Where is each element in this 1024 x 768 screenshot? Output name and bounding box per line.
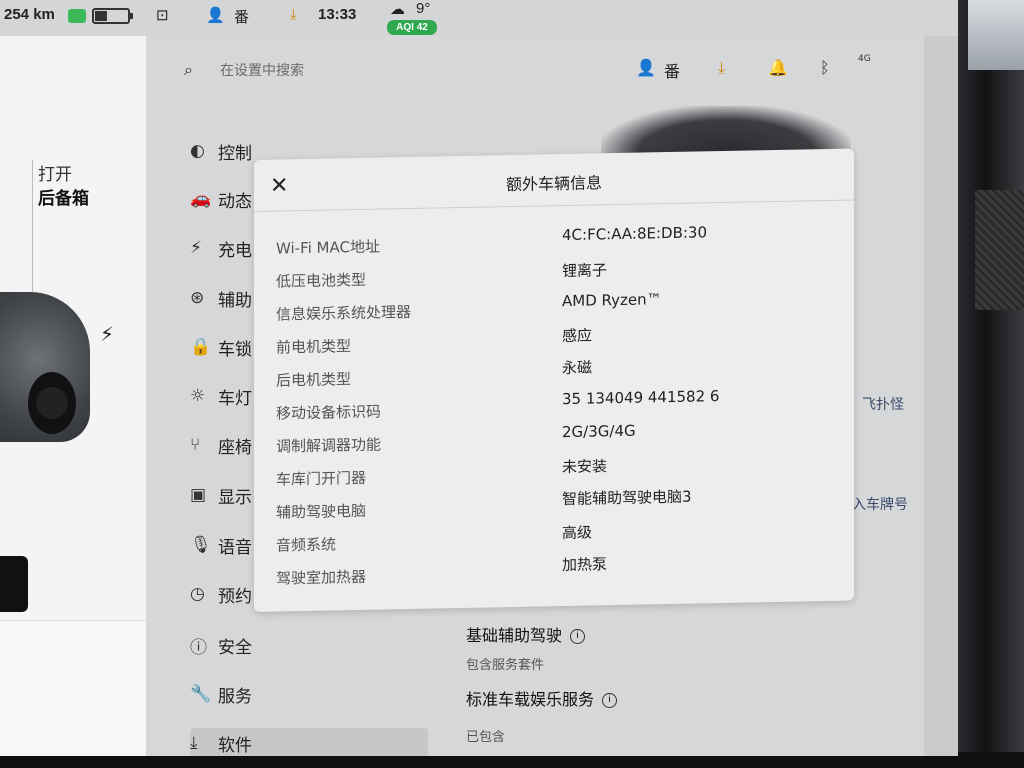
- rear-motor-value: 永磁: [562, 358, 593, 378]
- mic-icon: 🎙: [190, 535, 212, 555]
- car-wheel: [28, 372, 76, 434]
- profile-icon[interactable]: 👤: [636, 58, 656, 77]
- sidebar-item-label: 座椅: [218, 437, 252, 458]
- lv-battery-value: 锂离子: [562, 261, 608, 281]
- sidebar-item-label: 车锁: [218, 339, 252, 360]
- bluetooth-icon[interactable]: ᛒ: [820, 58, 830, 77]
- info-icon[interactable]: i: [602, 693, 618, 708]
- standard-connectivity-title[interactable]: 标准车载娱乐服务 i: [466, 686, 618, 710]
- download-icon: ⤓: [190, 733, 198, 753]
- display-icon: ▣: [190, 485, 207, 505]
- clock-time: 13:33: [318, 6, 357, 23]
- download-icon[interactable]: ⤓: [718, 58, 725, 78]
- car-icon: 🚗: [190, 189, 212, 209]
- profile-name[interactable]: 番: [664, 58, 680, 82]
- content-item-title: 标准车载娱乐服务: [466, 690, 595, 709]
- dialog-header: ✕ 额外车辆信息: [254, 148, 854, 212]
- cabin-heater-value: 加热泵: [562, 555, 608, 575]
- sidebar-item-label: 显示: [218, 487, 252, 508]
- extra-vehicle-info-dialog: ✕ 额外车辆信息 Wi-Fi MAC地址 4C:FC:AA:8E:DB:30 低…: [254, 148, 854, 612]
- sidebar-item-label: 语音: [218, 537, 252, 558]
- bolt-icon: ⚡: [190, 238, 202, 258]
- garage-opener-value: 未安装: [562, 457, 608, 477]
- car-control-button[interactable]: [0, 556, 28, 612]
- sidebar-item-safety[interactable]: ⓘ 安全: [190, 630, 430, 660]
- sidebar-item-label: 预约: [218, 586, 252, 607]
- battery-icon: [92, 8, 133, 24]
- audio-system-label: 音频系统: [276, 535, 337, 555]
- aqi-badge: AQI 42: [387, 20, 437, 35]
- mobile-device-id-label: 移动设备标识码: [276, 402, 382, 423]
- autopilot-robot-icon: [68, 9, 86, 23]
- mobile-device-id-value: 35 134049 441582 6: [562, 387, 720, 409]
- charge-port-icon[interactable]: ⚡: [100, 322, 114, 346]
- clock-icon: ◷: [190, 584, 205, 604]
- lv-battery-label: 低压电池类型: [276, 270, 367, 291]
- sidebar-item-label: 充电: [218, 240, 252, 261]
- sidebar-item-label: 控制: [218, 143, 252, 164]
- seat-icon: ⑂: [190, 435, 201, 455]
- sidebar-item-label: 动态: [218, 191, 252, 212]
- sidebar-item-software[interactable]: ⤓ 软件: [190, 728, 428, 756]
- bell-icon[interactable]: 🔔: [768, 58, 788, 77]
- trunk-indicator-line: [32, 160, 33, 300]
- display-bezel: [958, 0, 1024, 768]
- weather-snow-icon: ☁: [390, 1, 405, 18]
- cell-signal-icon: 4G: [858, 54, 871, 64]
- standard-connectivity-subtitle: 已包含: [466, 730, 506, 745]
- wifi-mac-label: Wi-Fi MAC地址: [276, 237, 380, 258]
- trunk-label[interactable]: 后备箱: [38, 184, 89, 209]
- basic-autopilot-subtitle: 包含服务套件: [466, 658, 545, 673]
- cabin-heater-label: 驾驶室加热器: [276, 567, 367, 588]
- front-motor-label: 前电机类型: [276, 337, 352, 357]
- search-icon[interactable]: ⌕: [184, 60, 193, 80]
- profile-name[interactable]: 番: [234, 6, 249, 27]
- car-panel-lower: [0, 620, 158, 756]
- touchscreen: 254 km ⊡ 👤 番 ⤓ 13:33 ☁ 9° AQI 42 打开 后备箱 …: [0, 0, 958, 756]
- sun-icon: ☼: [190, 386, 206, 406]
- autopilot-computer-value: 智能辅助驾驶电脑3: [562, 487, 692, 509]
- sidebar-item-label: 软件: [218, 735, 252, 756]
- trunk-open-action[interactable]: 打开: [38, 160, 72, 185]
- rear-motor-label: 后电机类型: [276, 370, 352, 390]
- autopilot-computer-label: 辅助驾驶电脑: [276, 501, 367, 522]
- status-bar: 254 km ⊡ 👤 番 ⤓ 13:33 ☁ 9° AQI 42: [0, 0, 958, 36]
- info-circle-icon: ⓘ: [190, 637, 207, 658]
- audio-system-value: 高级: [562, 523, 593, 543]
- sidebar-item-service[interactable]: 🔧 服务: [190, 679, 430, 709]
- search-input[interactable]: [220, 60, 480, 82]
- window-glass: [968, 0, 1024, 70]
- steering-wheel-icon: ⊛: [190, 288, 205, 308]
- carbon-trim: [975, 190, 1024, 310]
- wifi-mac-value: 4C:FC:AA:8E:DB:30: [562, 223, 708, 245]
- sidebar-item-label: 安全: [218, 637, 252, 658]
- wrench-icon: 🔧: [190, 684, 212, 704]
- trunk-open-icon[interactable]: ⊡: [156, 6, 169, 24]
- range-readout: 254 km: [4, 6, 55, 23]
- download-icon[interactable]: ⤓: [290, 6, 297, 23]
- sidebar-item-label: 车灯: [218, 388, 252, 409]
- profile-icon[interactable]: 👤: [206, 6, 225, 24]
- lock-icon: 🔒: [190, 337, 212, 357]
- info-icon[interactable]: i: [570, 629, 586, 644]
- license-plate-link[interactable]: 入车牌号: [852, 494, 908, 514]
- infotainment-processor-label: 信息娱乐系统处理器: [276, 302, 412, 324]
- front-motor-value: 感应: [562, 326, 593, 346]
- sidebar-item-label: 服务: [218, 686, 252, 707]
- garage-opener-label: 车库门开门器: [276, 468, 367, 489]
- dialog-title: 额外车辆信息: [505, 173, 602, 195]
- sidebar-item-label: 辅助: [218, 290, 252, 311]
- temperature: 9°: [416, 0, 431, 17]
- modem-capability-value: 2G/3G/4G: [562, 421, 636, 442]
- toggle-icon: ◐: [190, 141, 205, 161]
- modem-capability-label: 调制解调器功能: [276, 435, 382, 456]
- content-item-title: 基础辅助驾驶: [466, 626, 563, 645]
- vehicle-name-link[interactable]: 飞扑怪: [862, 394, 904, 414]
- basic-autopilot-title[interactable]: 基础辅助驾驶 i: [466, 622, 586, 646]
- infotainment-processor-value: AMD Ryzen™: [562, 290, 662, 311]
